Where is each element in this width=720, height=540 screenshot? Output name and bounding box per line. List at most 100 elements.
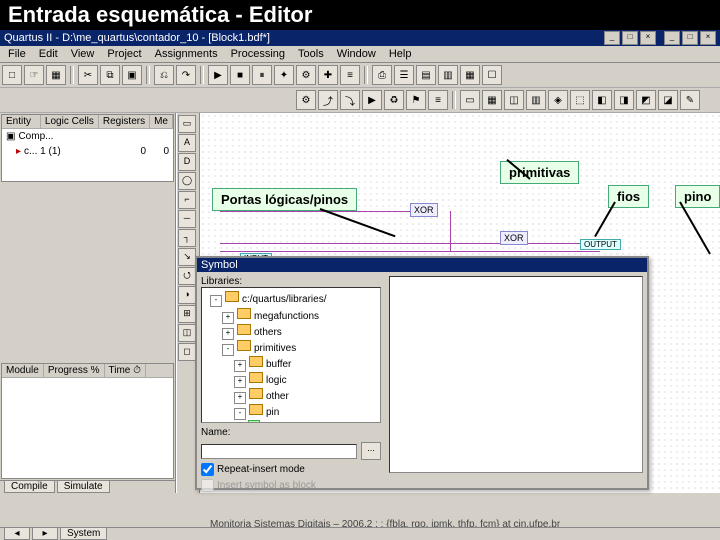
diagonal-tool-icon[interactable]: ↘	[178, 248, 196, 266]
add-icon[interactable]: ✚	[318, 65, 338, 85]
tool2-6-icon[interactable]: ≡	[428, 90, 448, 110]
wire[interactable]	[450, 211, 451, 251]
wire[interactable]	[220, 211, 420, 212]
libraries-tree[interactable]: -c:/quartus/libraries/ +megafunctions +o…	[201, 287, 381, 423]
close-button[interactable]: ×	[640, 31, 656, 45]
block-tool-icon[interactable]: ◫	[178, 324, 196, 342]
list-icon[interactable]: ≡	[340, 65, 360, 85]
xor-gate[interactable]: XOR	[500, 231, 528, 245]
menu-project[interactable]: Project	[101, 47, 147, 61]
col-registers[interactable]: Registers	[99, 115, 150, 128]
run-icon[interactable]: ▶	[208, 65, 228, 85]
col-entity[interactable]: Entity	[2, 115, 41, 128]
window-titlebar: Quartus II - D:\me_quartus\contador_10 -…	[0, 30, 720, 46]
repeat-insert-checkbox[interactable]	[201, 463, 214, 476]
window4-icon[interactable]: ☐	[482, 65, 502, 85]
symbol-name-input[interactable]	[201, 444, 357, 459]
menu-window[interactable]: Window	[331, 47, 382, 61]
wire[interactable]	[220, 243, 600, 244]
next-tab-icon[interactable]: ▸	[32, 528, 58, 540]
table-row[interactable]: ▸ c... 1 (1) 0 0	[2, 144, 173, 159]
col-time[interactable]: Time ⏱	[105, 364, 146, 377]
window2-icon[interactable]: ▥	[438, 65, 458, 85]
folder-icon	[249, 388, 263, 399]
folder-icon	[237, 308, 251, 319]
tool2-7-icon[interactable]: ▭	[460, 90, 480, 110]
tab-compile[interactable]: Compile	[4, 481, 55, 493]
tool2-9-icon[interactable]: ◫	[504, 90, 524, 110]
doc-close-button[interactable]: ×	[700, 31, 716, 45]
orthogonal-tool-icon[interactable]: ⌐	[178, 191, 196, 209]
menu-processing[interactable]: Processing	[225, 47, 291, 61]
tool2-16-icon[interactable]: ◪	[658, 90, 678, 110]
line-tool-icon[interactable]: ─	[178, 210, 196, 228]
report-icon[interactable]: ⎙	[372, 65, 392, 85]
hier-icon[interactable]: ☰	[394, 65, 414, 85]
wire[interactable]	[220, 251, 600, 252]
callout-portas: Portas lógicas/pinos	[212, 188, 357, 211]
tool2-15-icon[interactable]: ◩	[636, 90, 656, 110]
tool2-12-icon[interactable]: ⬚	[570, 90, 590, 110]
symbol-dialog-title: Symbol	[197, 258, 647, 272]
folder-icon	[249, 372, 263, 383]
tool2-13-icon[interactable]: ◧	[592, 90, 612, 110]
window1-icon[interactable]: ▤	[416, 65, 436, 85]
xor-gate[interactable]: XOR	[410, 203, 438, 217]
tool2-0-icon[interactable]: ⚙	[296, 90, 316, 110]
tool2-10-icon[interactable]: ▥	[526, 90, 546, 110]
menu-tools[interactable]: Tools	[292, 47, 330, 61]
save-icon[interactable]: ▦	[46, 65, 66, 85]
cut-icon[interactable]: ✂	[78, 65, 98, 85]
redo-icon[interactable]: ↷	[176, 65, 196, 85]
select-tool-icon[interactable]: ▭	[178, 115, 196, 133]
window3-icon[interactable]: ▦	[460, 65, 480, 85]
tool2-11-icon[interactable]: ◈	[548, 90, 568, 110]
tab-system[interactable]: System	[60, 528, 107, 540]
doc-maximize-button[interactable]: □	[682, 31, 698, 45]
undo-icon[interactable]: ⎌	[154, 65, 174, 85]
folder-icon	[237, 340, 251, 351]
symbol-tool-icon[interactable]: D	[178, 153, 196, 171]
settings-icon[interactable]: ⚙	[296, 65, 316, 85]
menu-edit[interactable]: Edit	[33, 47, 64, 61]
minimize-button[interactable]: _	[604, 31, 620, 45]
menu-file[interactable]: File	[2, 47, 32, 61]
compile-icon[interactable]: ✦	[274, 65, 294, 85]
copy-icon[interactable]: ⧉	[100, 65, 120, 85]
col-me[interactable]: Me	[150, 115, 173, 128]
col-module[interactable]: Module	[2, 364, 44, 377]
rect-tool-icon[interactable]: ◻	[178, 343, 196, 361]
stop-icon[interactable]: ■	[230, 65, 250, 85]
browse-button[interactable]: ...	[361, 442, 381, 460]
doc-minimize-button[interactable]: _	[664, 31, 680, 45]
col-logic-cells[interactable]: Logic Cells	[41, 115, 99, 128]
tool2-2-icon[interactable]: ⤵	[340, 90, 360, 110]
grid-tool-icon[interactable]: ⊞	[178, 305, 196, 323]
zoom-tool-icon[interactable]: ◑	[178, 286, 196, 304]
paste-icon[interactable]: ▣	[122, 65, 142, 85]
new-icon[interactable]: □	[2, 65, 22, 85]
insert-block-checkbox	[201, 479, 214, 492]
open-icon[interactable]: ☞	[24, 65, 44, 85]
tool2-4-icon[interactable]: ♻	[384, 90, 404, 110]
circle-tool-icon[interactable]: ◯	[178, 172, 196, 190]
pause-icon[interactable]: ⏸	[252, 65, 272, 85]
rotate-tool-icon[interactable]: ⭯	[178, 267, 196, 285]
output-pin[interactable]: OUTPUT	[580, 239, 621, 250]
tab-simulate[interactable]: Simulate	[57, 481, 110, 493]
tool2-3-icon[interactable]: ▶	[362, 90, 382, 110]
menu-help[interactable]: Help	[383, 47, 418, 61]
bus-tool-icon[interactable]: ┐	[178, 229, 196, 247]
table-row[interactable]: ▣ Comp...	[2, 129, 173, 144]
maximize-button[interactable]: □	[622, 31, 638, 45]
text-tool-icon[interactable]: A	[178, 134, 196, 152]
col-progress[interactable]: Progress %	[44, 364, 105, 377]
menu-view[interactable]: View	[65, 47, 101, 61]
tool2-17-icon[interactable]: ✎	[680, 90, 700, 110]
tool2-14-icon[interactable]: ◨	[614, 90, 634, 110]
prev-tab-icon[interactable]: ◂	[4, 528, 30, 540]
menu-assignments[interactable]: Assignments	[149, 47, 224, 61]
tool2-8-icon[interactable]: ▦	[482, 90, 502, 110]
tool2-5-icon[interactable]: ⚑	[406, 90, 426, 110]
tool2-1-icon[interactable]: ⤴	[318, 90, 338, 110]
